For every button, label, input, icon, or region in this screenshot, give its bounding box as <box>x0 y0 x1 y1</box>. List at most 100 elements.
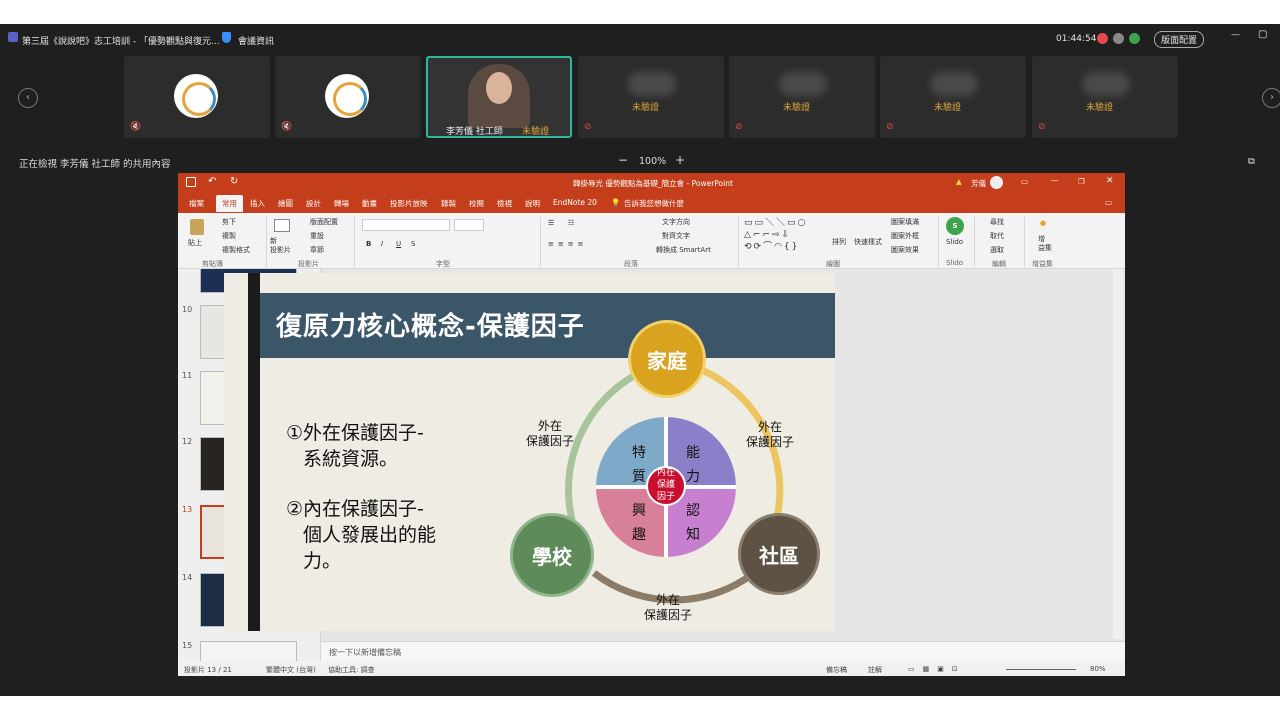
view-buttons[interactable]: ▭▦▣⊡ <box>908 665 966 673</box>
participant-tile[interactable]: 🔇 <box>275 56 421 138</box>
zoom-out-button[interactable]: − <box>618 153 628 167</box>
align-buttons[interactable]: ≡≡≡≡ <box>548 240 587 248</box>
minimize-icon[interactable]: — <box>1231 30 1240 40</box>
zoom-in-button[interactable]: + <box>675 153 685 167</box>
ppt-close-icon[interactable]: ✕ <box>1106 176 1114 186</box>
text-direction-button[interactable]: 文字方向 <box>662 217 690 227</box>
redo-icon[interactable]: ↻ <box>230 176 238 187</box>
quick-styles-button[interactable]: 快速樣式 <box>854 237 882 247</box>
copy-button[interactable]: 複製 <box>222 231 236 241</box>
font-name-box[interactable] <box>362 219 450 231</box>
cut-button[interactable]: 剪下 <box>222 217 236 227</box>
tell-me-search[interactable]: 告訴我您想做什麼 <box>624 198 684 209</box>
participant-tiles: 🔇 🔇 李芳儀 社工師 未驗證 未驗證 ⊘ 未驗證 ⊘ 未驗證 ⊘ 未驗證 ⊘ <box>0 56 1280 138</box>
tab-design[interactable]: 設計 <box>306 198 321 209</box>
tab-home[interactable]: 常用 <box>216 195 243 212</box>
slide-thumbnail[interactable] <box>200 641 297 661</box>
font-size-box[interactable] <box>454 219 484 231</box>
bullets-button[interactable]: ☰ <box>548 219 554 227</box>
underline-button[interactable]: U <box>396 240 401 248</box>
participant-tile[interactable]: 未驗證 ⊘ <box>1032 56 1178 138</box>
replace-button[interactable]: 取代 <box>990 231 1004 241</box>
tab-help[interactable]: 說明 <box>525 198 540 209</box>
notes-pane[interactable] <box>321 641 1125 661</box>
new-slide-icon[interactable] <box>274 219 290 232</box>
participant-tile[interactable]: 未驗證 ⊘ <box>729 56 875 138</box>
ribbon-display-icon[interactable]: ▭ <box>1021 177 1028 186</box>
strikethrough-button[interactable]: S <box>411 240 415 248</box>
zoom-percentage[interactable]: 80% <box>1090 665 1106 673</box>
shape-fill-button[interactable]: 圖案填滿 <box>891 217 919 227</box>
paste-icon[interactable] <box>190 219 204 235</box>
active-speaker-tile[interactable]: 李芳儀 社工師 未驗證 <box>426 56 572 138</box>
paste-button[interactable]: 貼上 <box>188 238 202 248</box>
participant-tile[interactable]: 未驗證 ⊘ <box>578 56 724 138</box>
user-avatar[interactable] <box>990 176 1003 189</box>
slido-button[interactable]: Slido <box>946 238 963 246</box>
save-icon[interactable] <box>186 177 196 187</box>
shape-effects-button[interactable]: 圖案效果 <box>891 245 919 255</box>
unverified-label: 未驗證 <box>1086 103 1114 113</box>
new-slide-button[interactable]: 新 投影片 <box>270 237 291 255</box>
thumbnail-number: 14 <box>182 573 193 582</box>
tab-record[interactable]: 錄製 <box>441 198 456 209</box>
speaker-status: 未驗證 <box>522 127 550 137</box>
muted-icon: 🔇 <box>281 122 293 132</box>
addins-button[interactable]: 增 益集 <box>1038 235 1052 253</box>
tab-insert[interactable]: 插入 <box>250 198 265 209</box>
select-button[interactable]: 選取 <box>990 245 1004 255</box>
numbering-button[interactable]: ☷ <box>568 219 574 227</box>
tab-slideshow[interactable]: 投影片放映 <box>390 198 428 209</box>
tab-file[interactable]: 檔案 <box>189 198 204 209</box>
mic-off-icon: ⊘ <box>886 122 894 132</box>
camera-icon <box>1113 33 1124 44</box>
language-indicator: 繁體中文 (台灣) <box>266 666 316 674</box>
point-2-line-2: 個人發展出的能 <box>303 524 437 546</box>
shape-outline-button[interactable]: 圖案外框 <box>891 231 919 241</box>
slide-canvas[interactable]: 復原力核心概念-保護因子 ①外在保護因子- 系統資源。 ②內在保護因子- 個人發… <box>224 273 835 631</box>
shield-icon <box>222 32 231 43</box>
align-text-button[interactable]: 對齊文字 <box>662 231 690 241</box>
meeting-info-button[interactable]: 會議資訊 <box>238 34 274 47</box>
ppt-restore-icon[interactable]: ❐ <box>1078 177 1085 186</box>
muted-icon: 🔇 <box>130 122 142 132</box>
mic-off-icon: ⊘ <box>735 122 743 132</box>
undo-icon[interactable]: ↶ <box>208 176 216 187</box>
notes-button[interactable]: 備忘稿 <box>826 665 847 675</box>
tab-transitions[interactable]: 轉場 <box>334 198 349 209</box>
section-button[interactable]: 章節 <box>310 245 324 255</box>
slido-icon[interactable]: S <box>946 217 964 235</box>
italic-button[interactable]: I <box>381 240 383 248</box>
participant-tile[interactable]: 未驗證 ⊘ <box>880 56 1026 138</box>
tab-view[interactable]: 檢視 <box>497 198 512 209</box>
bold-button[interactable]: B <box>366 240 371 248</box>
vertical-scrollbar[interactable] <box>1113 269 1123 639</box>
smartart-button[interactable]: 轉換成 SmartArt <box>656 245 711 255</box>
participant-tile[interactable]: 🔇 <box>124 56 270 138</box>
tab-animations[interactable]: 動畫 <box>362 198 377 209</box>
comments-button[interactable]: 註解 <box>868 665 882 675</box>
arrange-button[interactable]: 排列 <box>832 237 846 247</box>
maximize-icon[interactable]: ▢ <box>1258 29 1267 40</box>
shapes-gallery[interactable]: ▭▭＼＼▭○ △⌐⌐⇨⇩ ⟲⟳⌒◠{} <box>744 217 814 253</box>
paragraph-group-label: 段落 <box>624 260 638 268</box>
format-painter-button[interactable]: 複製格式 <box>222 245 250 255</box>
layout-button[interactable]: 版面配置 <box>310 217 338 227</box>
tab-review[interactable]: 校閱 <box>469 198 484 209</box>
layout-button[interactable]: 版面配置 <box>1154 31 1205 48</box>
comments-icon[interactable]: ▭ <box>1105 198 1112 207</box>
tab-draw[interactable]: 繪圖 <box>278 198 293 209</box>
zoom-level: 100% <box>639 156 667 167</box>
meeting-topbar: 第三屆《說說吧》志工培訓 - 「優勢觀點與復元... 會議資訊 01:44:54… <box>0 24 1280 54</box>
find-button[interactable]: 尋找 <box>990 217 1004 227</box>
ppt-minimize-icon[interactable]: — <box>1051 176 1059 185</box>
popout-icon[interactable]: ⧉ <box>1248 156 1255 167</box>
accessibility-status[interactable]: 協助工具: 調查 <box>328 665 375 675</box>
outer-factor-right-label: 外在 保護因子 <box>746 420 795 449</box>
tab-endnote[interactable]: EndNote 20 <box>553 198 597 207</box>
addins-icon[interactable]: ● <box>1040 219 1046 227</box>
blurred-name <box>930 72 978 96</box>
reset-button[interactable]: 重設 <box>310 231 324 241</box>
zoom-slider[interactable] <box>1006 669 1076 670</box>
blurred-name <box>1082 72 1130 96</box>
